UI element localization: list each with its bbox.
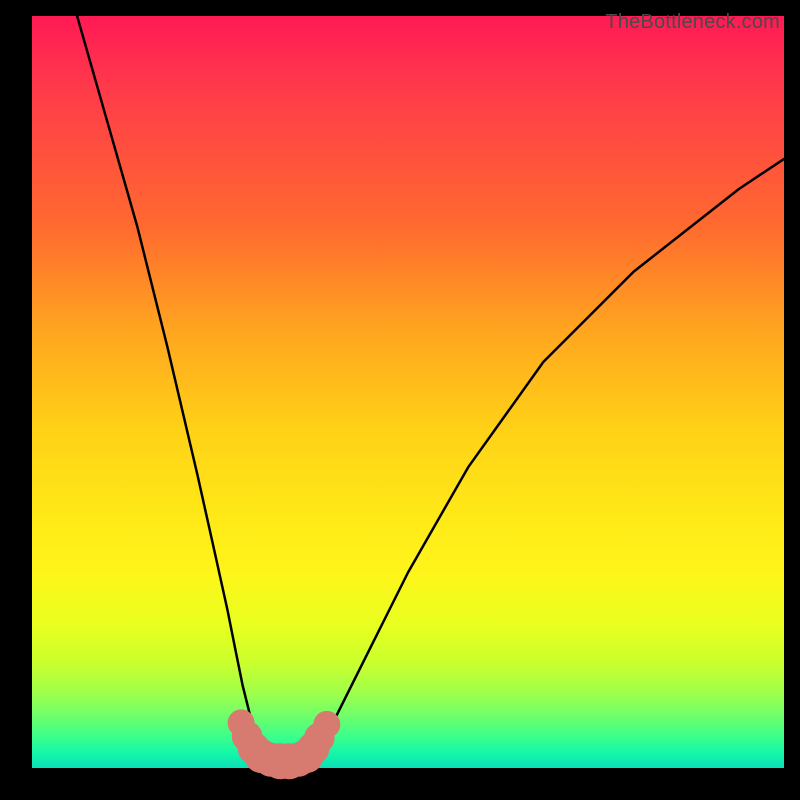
- main-curve: [77, 16, 784, 761]
- marker-layer: [228, 709, 341, 779]
- curve-layer: [77, 16, 784, 761]
- plot-area: TheBottleneck.com: [32, 16, 784, 768]
- outer-frame: TheBottleneck.com: [0, 0, 800, 800]
- chart-svg: [32, 16, 784, 768]
- marker-dot: [313, 711, 340, 738]
